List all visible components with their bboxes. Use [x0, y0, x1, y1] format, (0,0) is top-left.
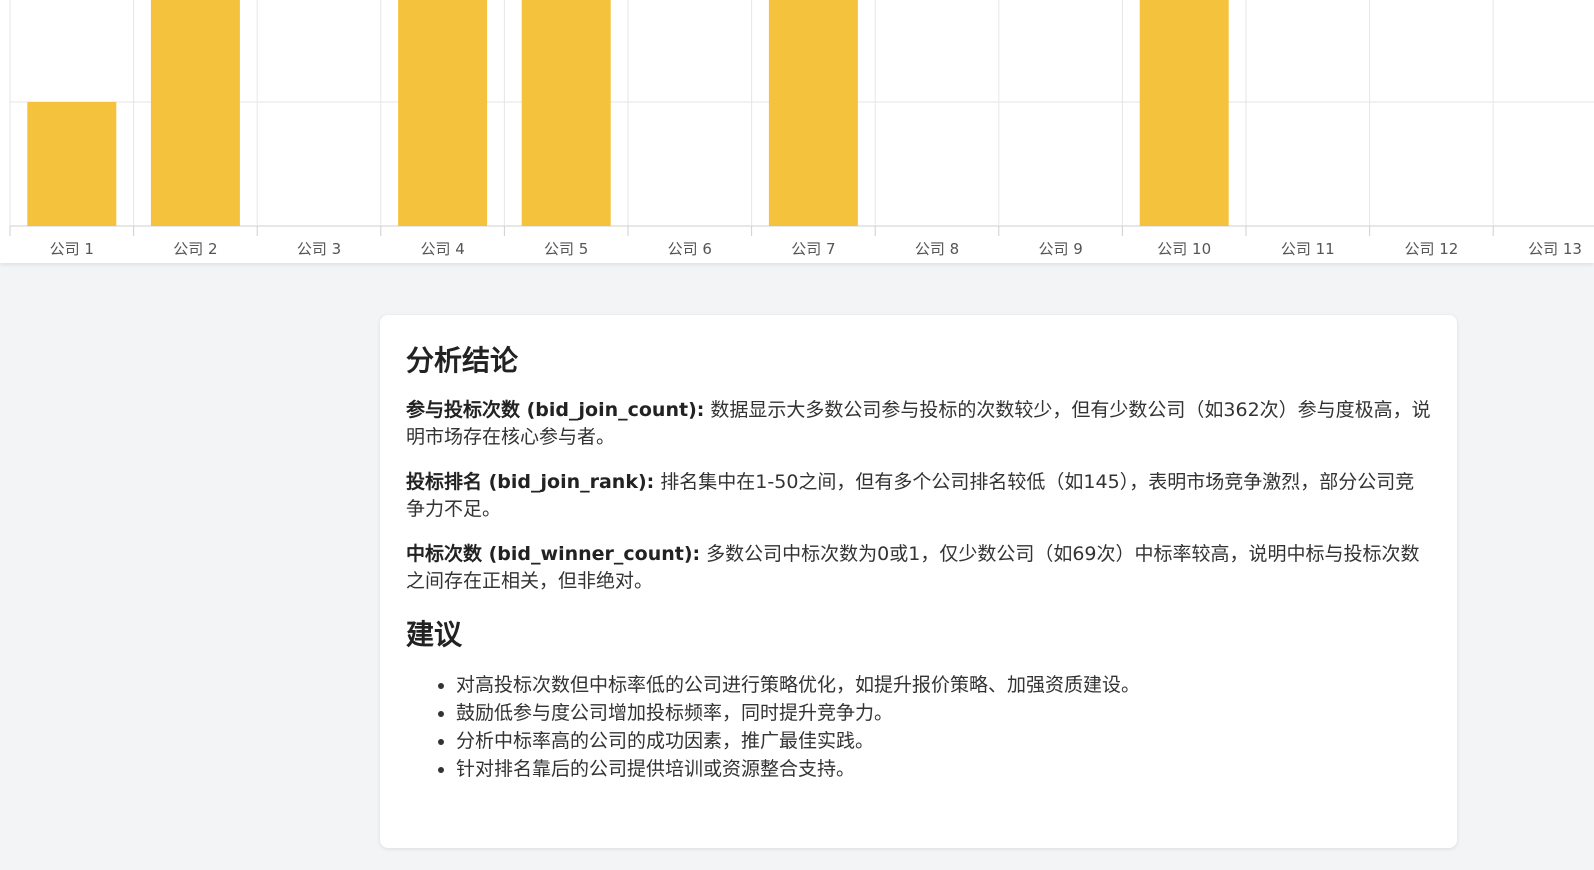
- bar-chart: 公司 1 公司 2 公司 3 公司 4 公司 5 公司 6 公司 7 公司 8 公司 9 公司 1…: [9, 0, 1594, 258]
- bar: [398, 0, 488, 226]
- x-tick-label: 公司 12: [1404, 240, 1458, 258]
- x-tick-label: 公司 1: [50, 240, 94, 258]
- recommendation-item: 分析中标率高的公司的成功因素，推广最佳实践。: [456, 727, 1431, 755]
- recommendations-list: 对高投标次数但中标率低的公司进行策略优化，如提升报价策略、加强资质建设。 鼓励低…: [406, 671, 1431, 783]
- analysis-item: 投标排名 (bid_join_rank): 排名集中在1-50之间，但有多个公司…: [406, 469, 1431, 523]
- x-tick-label: 公司 2: [173, 240, 217, 258]
- x-tick-label: 公司 11: [1281, 240, 1335, 258]
- bar: [150, 0, 240, 226]
- bar: [27, 102, 117, 226]
- x-tick-label: 公司 13: [1528, 240, 1582, 258]
- x-tick-label: 公司 9: [1038, 240, 1082, 258]
- bar: [768, 0, 858, 226]
- bar: [521, 0, 611, 226]
- analysis-term: 投标排名 (bid_join_rank):: [406, 471, 655, 493]
- analysis-title: 分析结论: [406, 344, 519, 377]
- analysis-item: 参与投标次数 (bid_join_count): 数据显示大多数公司参与投标的次…: [406, 397, 1431, 451]
- bar-chart-panel: 公司 1 公司 2 公司 3 公司 4 公司 5 公司 6 公司 7 公司 8 公司 9 公司 1…: [0, 0, 1594, 263]
- bar: [1139, 0, 1229, 226]
- analysis-term: 参与投标次数 (bid_join_count):: [406, 399, 705, 421]
- x-tick-label: 公司 6: [668, 240, 712, 258]
- analysis-term: 中标次数 (bid_winner_count):: [406, 543, 701, 565]
- x-tick-label: 公司 5: [544, 240, 588, 258]
- recommendations-title: 建议: [406, 618, 463, 651]
- analysis-card: 分析结论 参与投标次数 (bid_join_count): 数据显示大多数公司参…: [380, 315, 1457, 848]
- x-tick-label: 公司 7: [791, 240, 835, 258]
- recommendation-item: 鼓励低参与度公司增加投标频率，同时提升竞争力。: [456, 699, 1431, 727]
- x-tick-label: 公司 8: [915, 240, 959, 258]
- x-tick-label: 公司 10: [1157, 240, 1211, 258]
- x-tick-label: 公司 3: [297, 240, 341, 258]
- analysis-item: 中标次数 (bid_winner_count): 多数公司中标次数为0或1，仅少…: [406, 541, 1431, 595]
- recommendation-item: 对高投标次数但中标率低的公司进行策略优化，如提升报价策略、加强资质建设。: [456, 671, 1431, 699]
- recommendation-item: 针对排名靠后的公司提供培训或资源整合支持。: [456, 755, 1431, 783]
- x-tick-label: 公司 4: [420, 240, 464, 258]
